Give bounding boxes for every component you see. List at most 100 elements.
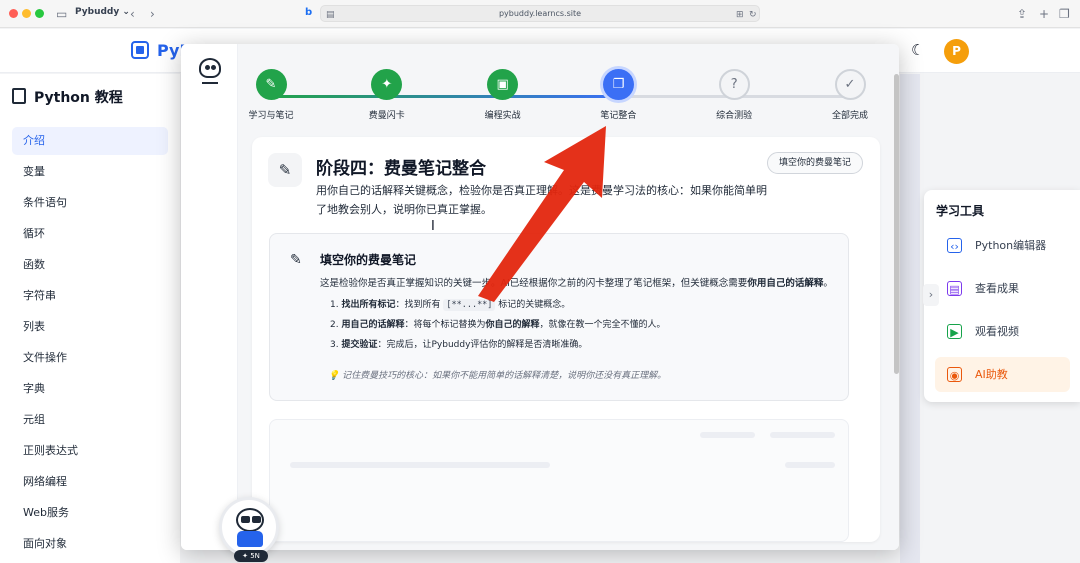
sidebar-item[interactable]: 网络编程 — [12, 468, 168, 496]
document-icon: ▤ — [947, 281, 962, 296]
maximize-window-button[interactable] — [35, 9, 44, 18]
sidebar-item[interactable]: 元组 — [12, 406, 168, 434]
step-heading: 找出所有标记 — [341, 300, 396, 310]
sidebar-item[interactable]: 变量 — [12, 158, 168, 186]
text-cursor-icon: I — [431, 219, 435, 234]
minimize-window-button[interactable] — [22, 9, 31, 18]
play-icon: ▶ — [947, 324, 962, 339]
sidebar-toggle-icon[interactable]: ▭ — [56, 6, 67, 22]
step-label: 学习与笔记 — [248, 111, 294, 121]
user-avatar[interactable]: P — [944, 39, 969, 64]
ghost-line — [290, 462, 550, 468]
forward-icon[interactable]: › — [150, 6, 155, 22]
tutorial-sidebar: Python 教程 介绍变量条件语句循环函数字符串列表文件操作字典元组正则表达式… — [0, 74, 180, 563]
new-tab-icon[interactable]: + — [1039, 6, 1049, 22]
sidebar-item[interactable]: 函数 — [12, 251, 168, 279]
sidebar-item[interactable]: 条件语句 — [12, 189, 168, 217]
step-indicator-icon: ❐ — [602, 69, 634, 100]
lightbulb-icon: 💡 — [328, 371, 340, 381]
step-emphasis: 你自己的解释 — [485, 320, 540, 330]
edit-icon: ✎ — [290, 252, 302, 268]
tool-item[interactable]: ‹› Python编辑器 — [935, 228, 1070, 263]
instruction-step: 3. 提交验证：完成后，让Pybuddy评估你的解释是否清晰准确。 — [330, 337, 830, 357]
ghost-line — [770, 432, 835, 438]
instructions-steps: 1. 找出所有标记：找到所有 [**...**] 标记的关键概念。 2. 用自己的… — [330, 297, 830, 357]
sidebar-title-text: Python 教程 — [34, 90, 123, 106]
tools-collapse-button[interactable]: › — [923, 284, 939, 306]
moon-icon[interactable]: ☾ — [911, 41, 924, 59]
step-item[interactable]: ❐ 笔记整合 — [588, 69, 648, 121]
close-window-button[interactable] — [9, 9, 18, 18]
sidebar-item[interactable]: 字典 — [12, 375, 168, 403]
pybuddy-logo-icon — [197, 56, 223, 86]
tip-text: 记住费曼技巧的核心：如果你不能用简单的话解释清楚，说明你还没有真正理解。 — [342, 371, 667, 381]
tool-label: 查看成果 — [975, 282, 1019, 295]
mascot-body — [237, 531, 263, 547]
step-number: 3. — [330, 340, 339, 350]
sidebar-item[interactable]: 正则表达式 — [12, 437, 168, 465]
chevron-down-icon: ⌄ — [122, 7, 130, 17]
sidebar-item[interactable]: 循环 — [12, 220, 168, 248]
learning-tools-panel: 学习工具 ‹› Python编辑器 ▤ 查看成果 ▶ 观看视频 ◉ AI助教 — [924, 190, 1080, 402]
step-item[interactable]: ✓ 全部完成 — [820, 69, 880, 121]
notes-editor-placeholder[interactable] — [269, 419, 849, 542]
step-item[interactable]: ? 综合测验 — [704, 69, 764, 121]
url-text: pybuddy.learncs.site — [498, 9, 582, 18]
desc-suffix: 。 — [823, 278, 833, 289]
step-indicator-icon: ✓ — [834, 69, 866, 100]
tool-item[interactable]: ◉ AI助教 — [935, 357, 1070, 392]
step-label: 综合测验 — [716, 111, 753, 121]
step-indicator-icon: ▣ — [487, 69, 519, 100]
translate-icon[interactable]: ⊞ — [736, 7, 744, 23]
points-badge: ✦ 5N — [234, 550, 268, 562]
pybuddy-assistant-button[interactable] — [219, 497, 279, 557]
instructions-title: 填空你的费曼笔记 — [320, 253, 417, 267]
sidebar-item[interactable]: Web服务 — [12, 499, 168, 527]
step-heading: 提交验证 — [341, 340, 378, 350]
ghost-line — [785, 462, 835, 468]
step-text: ：找到所有 — [395, 300, 444, 310]
progress-line-done — [271, 95, 619, 98]
share-icon[interactable]: ⇪ — [1017, 6, 1027, 22]
reload-icon[interactable]: ↻ — [749, 7, 757, 23]
step-item[interactable]: ✦ 费曼闪卡 — [357, 69, 417, 121]
annotation-arrow — [478, 126, 606, 302]
sidebar-item[interactable]: 面向对象 — [12, 530, 168, 558]
step-item[interactable]: ▣ 编程实战 — [473, 69, 533, 121]
chip-logo-icon — [131, 41, 149, 59]
tool-label: 观看视频 — [975, 325, 1019, 338]
modal-sidebar — [181, 44, 238, 550]
modal-scrollbar[interactable] — [894, 74, 899, 374]
sidebar-item[interactable]: 字符串 — [12, 282, 168, 310]
desc-emphasis: 你用自己的话解释 — [747, 278, 824, 289]
code-brackets-icon: ‹› — [947, 238, 962, 253]
tool-item[interactable]: ▤ 查看成果 — [935, 271, 1070, 306]
sidebar-item[interactable]: 文件操作 — [12, 344, 168, 372]
tab-group-title[interactable]: Pybuddy ⌄ — [75, 7, 130, 17]
feynman-tip: 💡 记住费曼技巧的核心：如果你不能用简单的话解释清楚，说明你还没有真正理解。 — [328, 368, 666, 381]
step-number: 1. — [330, 300, 339, 310]
step-indicator-icon: ? — [718, 69, 750, 100]
sidebar-title: Python 教程 — [12, 87, 123, 107]
step-item[interactable]: ✎ 学习与笔记 — [241, 69, 301, 121]
content-gutter — [900, 74, 920, 563]
tab-overview-icon[interactable]: ❐ — [1059, 6, 1070, 22]
step-label: 费曼闪卡 — [368, 111, 405, 121]
step-text: ：完成后，让Pybuddy评估你的解释是否清晰准确。 — [377, 340, 588, 350]
step-indicator-icon: ✦ — [371, 69, 403, 100]
tool-item[interactable]: ▶ 观看视频 — [935, 314, 1070, 349]
back-icon[interactable]: ‹ — [130, 6, 135, 22]
fill-notes-button[interactable]: 填空你的费曼笔记 — [767, 152, 863, 174]
address-bar[interactable]: ▤ pybuddy.learncs.site ⊞ ↻ — [320, 5, 760, 22]
tool-label: AI助教 — [975, 368, 1008, 381]
pencil-square-icon: ✎ — [268, 153, 302, 187]
sidebar-item[interactable]: 列表 — [12, 313, 168, 341]
instruction-step: 2. 用自己的话解释：将每个标记替换为你自己的解释，就像在教一个完全不懂的人。 — [330, 317, 830, 337]
step-number: 2. — [330, 320, 339, 330]
step-indicator-icon: ✎ — [255, 69, 287, 100]
sidebar-item[interactable]: 介绍 — [12, 127, 168, 155]
step-label: 全部完成 — [831, 111, 868, 121]
browser-toolbar: ▭ Pybuddy ⌄ ‹ › b ▤ pybuddy.learncs.site… — [0, 0, 1080, 28]
mascot-glass — [241, 516, 250, 523]
step-heading: 用自己的话解释 — [341, 320, 405, 330]
